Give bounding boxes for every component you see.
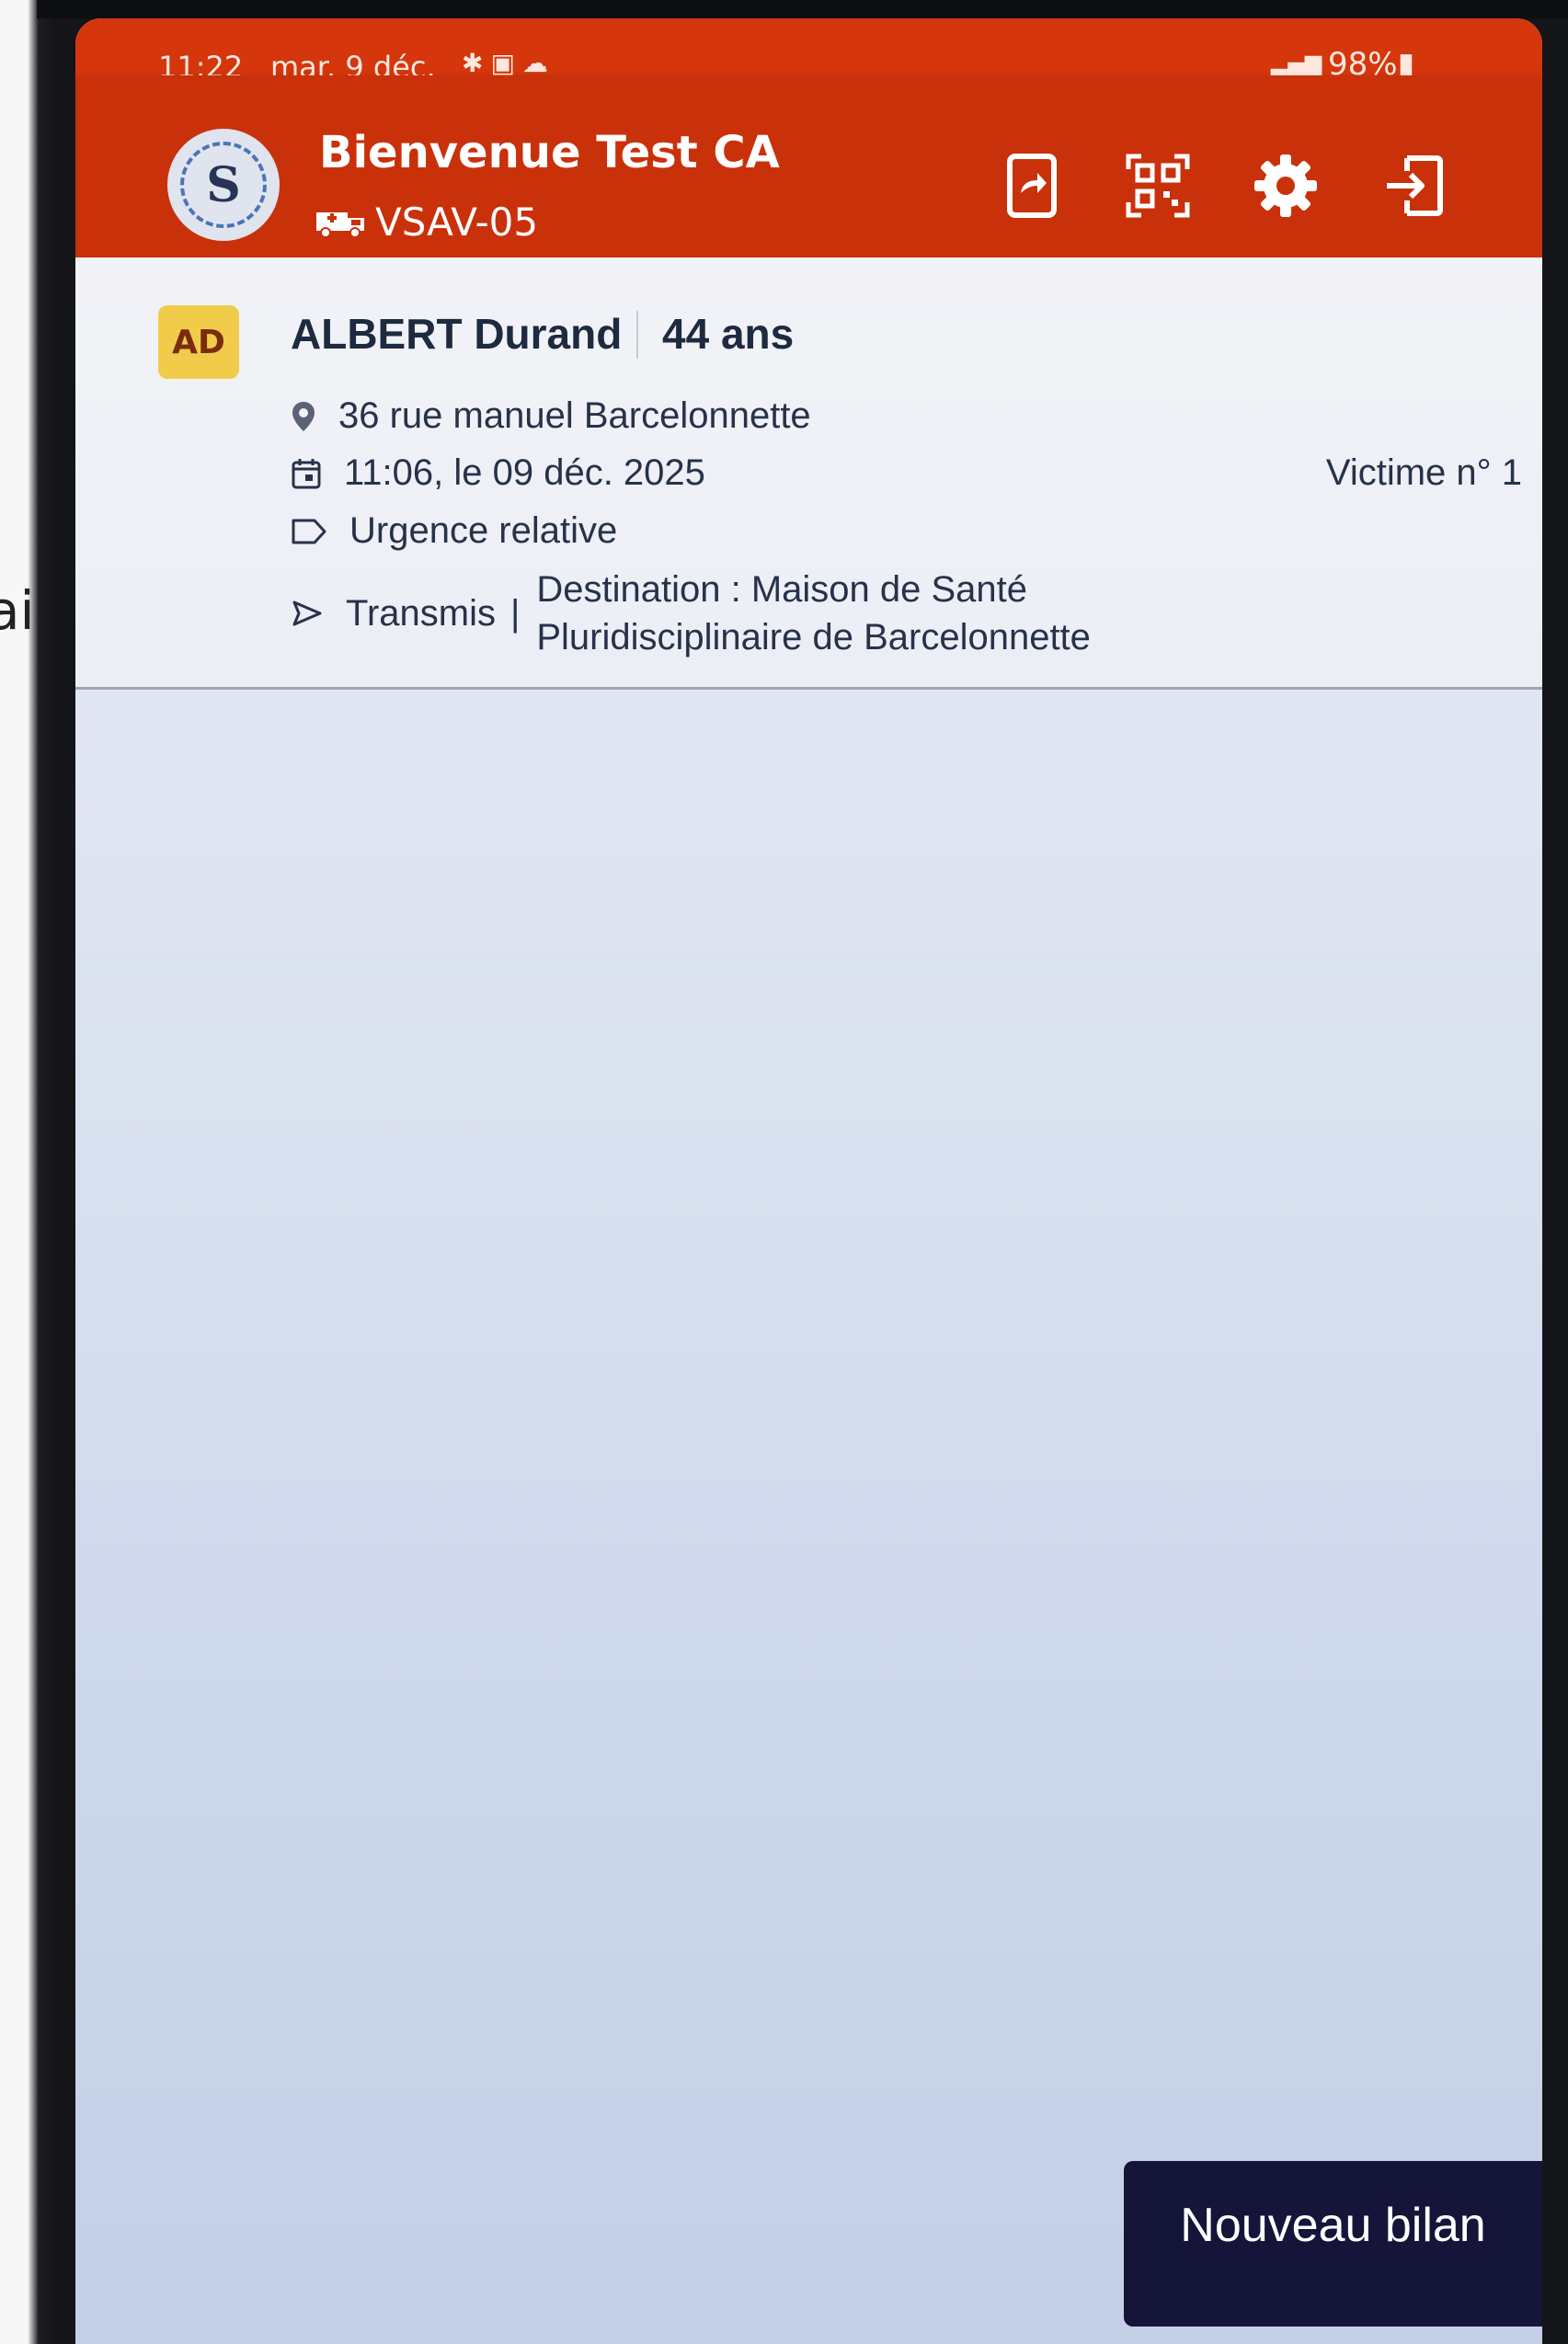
welcome-title: Bienvenue Test CA — [319, 127, 780, 178]
new-report-button[interactable]: Nouveau bilan — [1124, 2161, 1542, 2327]
app-bar: S Bienvenue Test CA VSAV-05 — [75, 75, 1542, 257]
bug-icon: ✱ — [462, 48, 491, 78]
cloud-icon: ☁ — [521, 48, 555, 78]
status-separator: | — [509, 592, 521, 634]
qr-scan-button[interactable] — [1121, 149, 1195, 223]
notification-icons: ✱▣☁ — [462, 48, 555, 78]
avatar[interactable]: S — [167, 129, 280, 241]
vehicle-name: VSAV-05 — [375, 200, 539, 245]
signal-icon: ▂▄▆ — [1271, 50, 1322, 75]
share-screen-button[interactable] — [995, 149, 1069, 223]
victim-datetime: 11:06, le 09 déc. 2025 — [344, 452, 705, 493]
settings-button[interactable] — [1249, 149, 1322, 223]
victim-name: ALBERT Durand — [291, 310, 623, 358]
gear-icon — [1254, 154, 1317, 217]
avatar-ring — [180, 142, 267, 228]
qr-code-icon — [1126, 154, 1190, 218]
transmission-row: Transmis | Destination : Maison de Santé… — [291, 566, 1091, 661]
label-tag-icon — [292, 519, 326, 543]
ambulance-icon — [316, 212, 364, 238]
send-triangle-icon — [292, 600, 322, 626]
photo-background: ai 11:22 mar. 9 déc. ✱▣☁ ▂▄▆ 98%▮ S Bien… — [0, 0, 1568, 2344]
mail-icon: ▣ — [490, 48, 522, 78]
name-divider — [636, 311, 638, 359]
background-text-fragment: ai — [0, 579, 35, 642]
datetime-row: 11:06, le 09 déc. 2025 — [291, 452, 705, 494]
address-row: 36 rue manuel Barcelonnette — [291, 395, 811, 437]
tablet-bezel — [37, 0, 1568, 18]
logout-icon — [1387, 155, 1443, 216]
initials-badge: AD — [158, 305, 239, 379]
transmission-status: Transmis — [346, 592, 496, 634]
urgency-level: Urgence relative — [349, 510, 618, 551]
victim-card[interactable]: AD ALBERT Durand 44 ans 36 rue manuel Ba… — [75, 257, 1542, 690]
location-pin-icon — [292, 401, 315, 431]
destination: Destination : Maison de Santé Pluridisci… — [536, 566, 1091, 661]
destination-line-2: Pluridisciplinaire de Barcelonnette — [536, 617, 1091, 657]
device-screen: 11:22 mar. 9 déc. ✱▣☁ ▂▄▆ 98%▮ S Bienven… — [75, 18, 1542, 2344]
destination-line-1: Destination : Maison de Santé — [536, 569, 1028, 610]
victim-number: Victime n° 1 — [1325, 452, 1522, 493]
calendar-icon — [292, 458, 321, 488]
victim-address: 36 rue manuel Barcelonnette — [338, 395, 811, 436]
share-screen-icon — [1007, 154, 1057, 218]
victim-age: 44 ans — [662, 310, 795, 358]
urgency-row: Urgence relative — [291, 510, 617, 552]
logout-button[interactable] — [1376, 149, 1449, 223]
vehicle-label: VSAV-05 — [316, 200, 538, 245]
status-bar: 11:22 mar. 9 déc. ✱▣☁ ▂▄▆ 98%▮ — [75, 18, 1542, 85]
